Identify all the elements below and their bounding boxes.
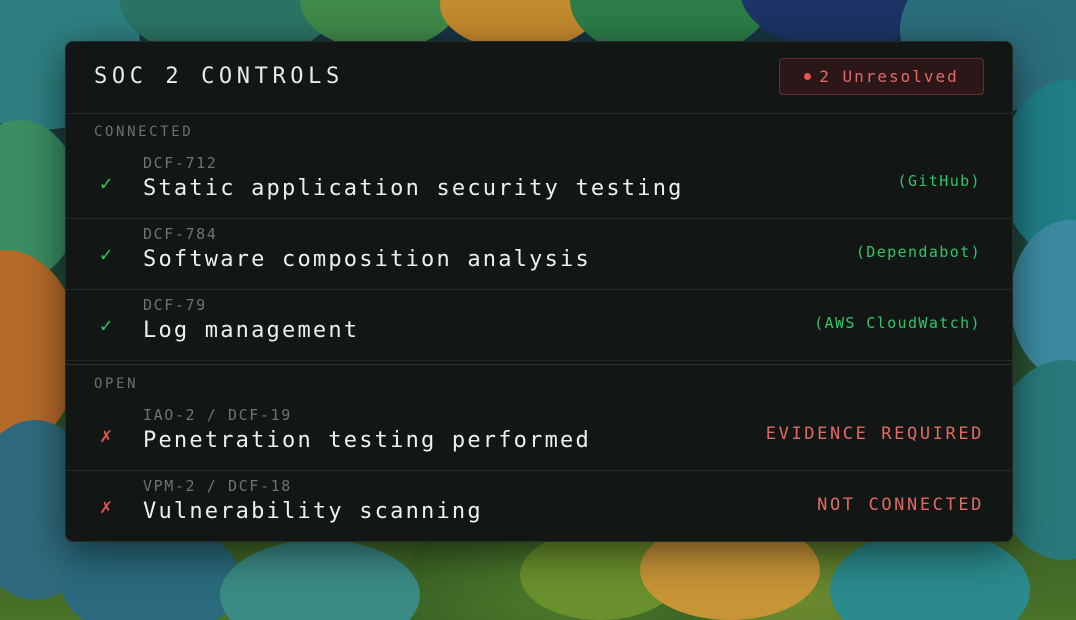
control-code: DCF-79 (143, 296, 207, 314)
control-status: EVIDENCE REQUIRED (765, 424, 984, 444)
section-label-open: OPEN (94, 376, 139, 392)
control-row-connected[interactable]: ✓ DCF-784 Software composition analysis … (66, 218, 1012, 290)
control-name: Static application security testing (143, 176, 684, 201)
integration-source: (AWS CloudWatch) (814, 314, 981, 332)
soc2-controls-panel: SOC 2 CONTROLS 2 Unresolved CONNECTED ✓ … (65, 41, 1013, 542)
check-icon: ✓ (100, 242, 113, 266)
control-code: VPM-2 / DCF-18 (143, 477, 292, 495)
control-code: DCF-784 (143, 225, 218, 243)
control-status: NOT CONNECTED (817, 495, 984, 515)
alert-dot-icon (804, 73, 812, 80)
integration-source: (Dependabot) (855, 243, 981, 261)
unresolved-badge[interactable]: 2 Unresolved (779, 58, 984, 95)
control-row-connected[interactable]: ✓ DCF-712 Static application security te… (66, 147, 1012, 219)
panel-header: SOC 2 CONTROLS 2 Unresolved (66, 42, 1012, 114)
control-name: Software composition analysis (143, 247, 591, 272)
section-label-connected: CONNECTED (94, 124, 194, 140)
control-name: Vulnerability scanning (143, 499, 483, 524)
section-divider (66, 364, 1012, 365)
control-name: Penetration testing performed (143, 428, 591, 453)
control-code: DCF-712 (143, 154, 218, 172)
control-row-open[interactable]: ✗ IAO-2 / DCF-19 Penetration testing per… (66, 399, 1012, 471)
control-row-open[interactable]: ✗ VPM-2 / DCF-18 Vulnerability scanning … (66, 470, 1012, 541)
integration-source: (GitHub) (897, 172, 981, 190)
check-icon: ✓ (100, 171, 113, 195)
control-name: Log management (143, 318, 360, 343)
control-row-connected[interactable]: ✓ DCF-79 Log management (AWS CloudWatch) (66, 289, 1012, 361)
unresolved-badge-label: 2 Unresolved (819, 67, 959, 86)
cross-icon: ✗ (100, 423, 113, 447)
control-code: IAO-2 / DCF-19 (143, 406, 292, 424)
panel-title: SOC 2 CONTROLS (94, 64, 344, 89)
cross-icon: ✗ (100, 494, 113, 518)
check-icon: ✓ (100, 313, 113, 337)
